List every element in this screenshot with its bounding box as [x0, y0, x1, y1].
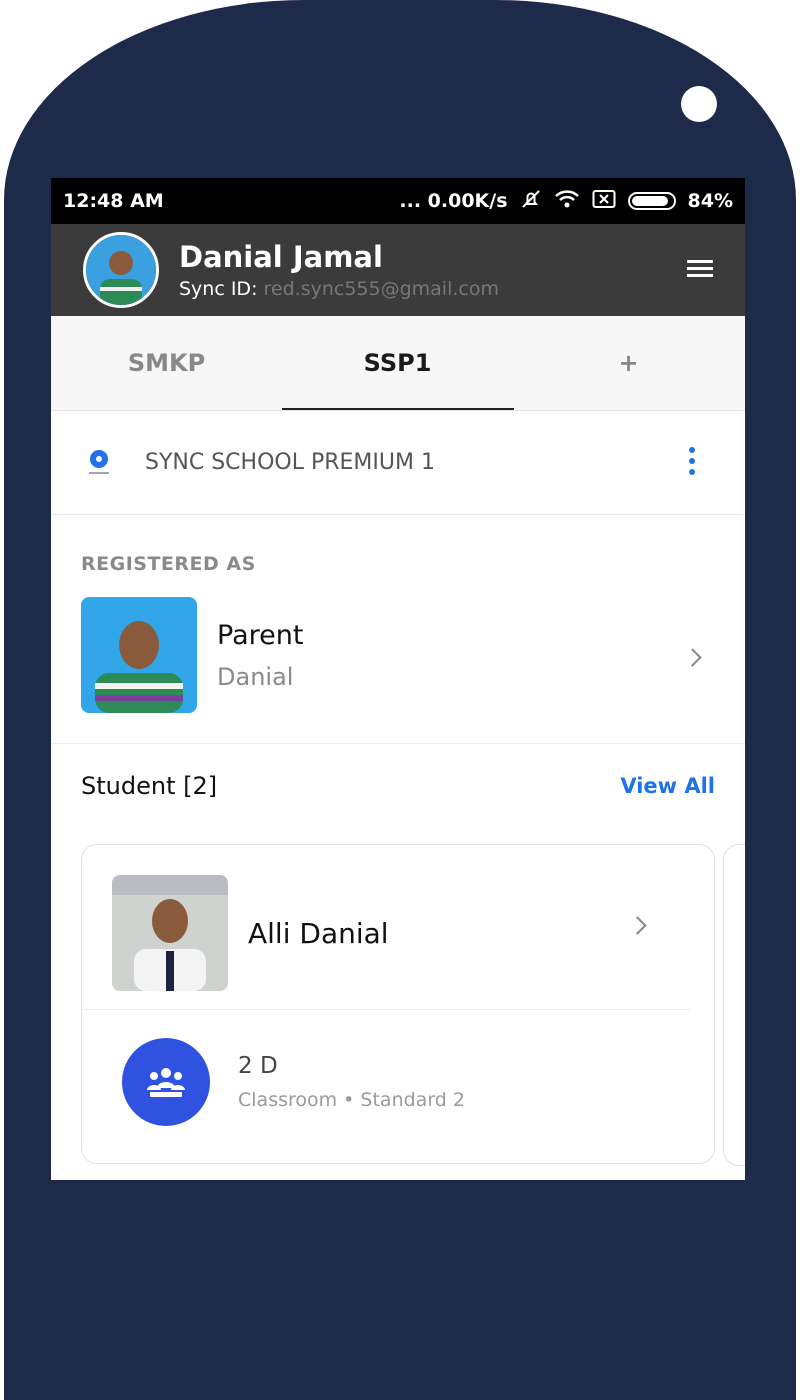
- class-subtitle: Classroom • Standard 2: [238, 1089, 465, 1111]
- parent-photo: [81, 597, 197, 713]
- school-row[interactable]: SYNC SCHOOL PREMIUM 1: [51, 411, 745, 515]
- tab-smkp[interactable]: SMKP: [51, 316, 282, 410]
- network-speed: ... 0.00K/s: [399, 190, 508, 212]
- more-options-icon[interactable]: [689, 447, 695, 480]
- classroom-group-icon: [122, 1038, 210, 1126]
- battery-level: 84%: [687, 190, 733, 212]
- student-photo: [112, 875, 228, 991]
- chevron-right-icon: [628, 916, 647, 935]
- bell-off-icon: [520, 188, 542, 215]
- tab-ssp1[interactable]: SSP1: [282, 316, 513, 410]
- wifi-icon: [554, 189, 580, 214]
- sim-icon: [592, 189, 616, 214]
- battery-icon: [627, 192, 676, 210]
- classroom-row[interactable]: 2 D Classroom • Standard 2: [82, 1010, 714, 1154]
- student-section-header: Student [2] View All: [51, 744, 745, 800]
- parent-name: Danial: [217, 662, 294, 691]
- app-screen: 12:48 AM ... 0.00K/s 84% Danial Jamal Sy…: [51, 178, 745, 1180]
- sync-id: Sync ID: red.sync555@gmail.com: [179, 278, 499, 300]
- parent-role: Parent: [217, 619, 304, 651]
- sync-id-email: red.sync555@gmail.com: [263, 278, 499, 300]
- tab-add[interactable]: +: [513, 316, 744, 410]
- student-card[interactable]: Alli Danial 2 D Classroom • Standard 2: [81, 844, 715, 1164]
- chevron-right-icon: [683, 648, 702, 667]
- view-all-link[interactable]: View All: [620, 774, 715, 798]
- class-name: 2 D: [238, 1053, 278, 1079]
- student-count-title: Student [2]: [81, 772, 218, 800]
- student-row[interactable]: Alli Danial: [82, 845, 690, 1010]
- sync-id-label: Sync ID:: [179, 278, 258, 300]
- front-camera: [681, 86, 717, 122]
- active-tab-indicator: [282, 408, 514, 410]
- student-name: Alli Danial: [248, 916, 389, 950]
- status-time: 12:48 AM: [63, 190, 164, 212]
- hamburger-menu-icon[interactable]: [687, 260, 713, 281]
- parent-row[interactable]: Parent Danial: [51, 575, 745, 744]
- user-name: Danial Jamal: [179, 240, 383, 274]
- registered-as-label: REGISTERED AS: [81, 553, 256, 575]
- status-icons: ... 0.00K/s 84%: [399, 188, 733, 215]
- profile-header: Danial Jamal Sync ID: red.sync555@gmail.…: [51, 224, 745, 316]
- next-student-card-peek[interactable]: [723, 844, 745, 1166]
- status-bar: 12:48 AM ... 0.00K/s 84%: [51, 178, 745, 224]
- school-name: SYNC SCHOOL PREMIUM 1: [145, 450, 435, 475]
- user-avatar[interactable]: [83, 232, 159, 308]
- school-logo-icon: [81, 443, 117, 483]
- school-tabs: SMKP SSP1 +: [51, 316, 745, 411]
